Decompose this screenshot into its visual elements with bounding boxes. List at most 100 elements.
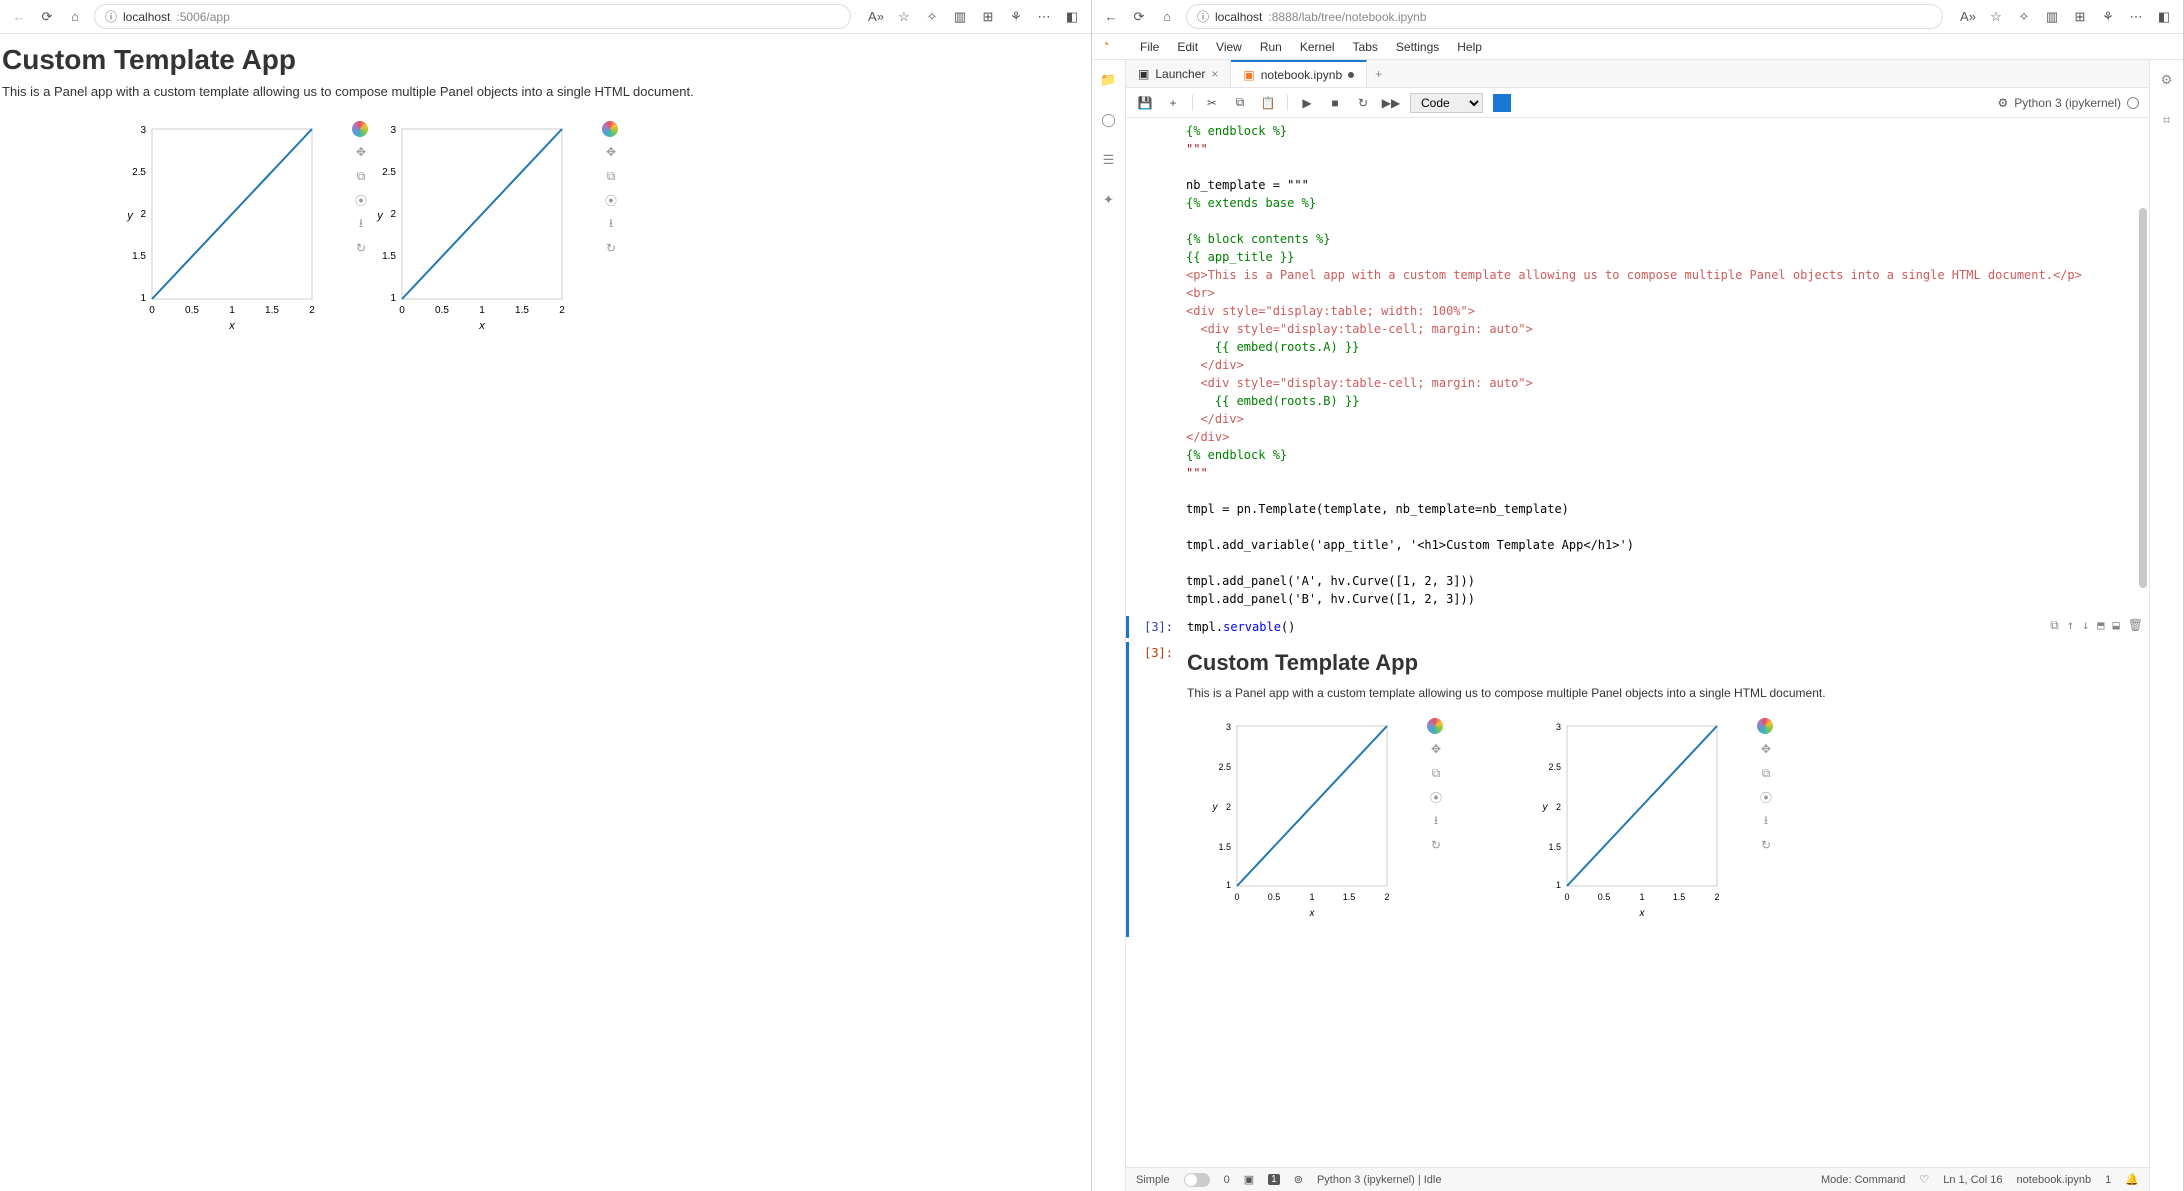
insert-below-icon[interactable]: ⬓ <box>2113 618 2120 633</box>
terminal-icon[interactable]: ▣ <box>1244 1173 1254 1186</box>
scrollbar-thumb[interactable] <box>2139 208 2147 588</box>
wheelzoom-icon[interactable]: ⦿ <box>1757 788 1775 806</box>
status-lncol: Ln 1, Col 16 <box>1943 1174 2002 1186</box>
render-icon[interactable] <box>1493 94 1511 112</box>
wheelzoom-icon[interactable]: ⦿ <box>1427 788 1445 806</box>
back-icon[interactable]: ← <box>1102 8 1120 26</box>
close-icon[interactable]: × <box>1211 67 1218 81</box>
performance-icon[interactable]: ⚘ <box>2099 8 2117 26</box>
collections-icon[interactable]: ▥ <box>951 8 969 26</box>
debug-icon[interactable]: ⌗ <box>2157 110 2177 130</box>
tab-launcher[interactable]: ▣ Launcher × <box>1126 60 1231 87</box>
save-icon[interactable]: ⭳ <box>352 215 370 233</box>
running-icon[interactable]: ◯ <box>1099 110 1119 130</box>
boxzoom-icon[interactable]: ⧉ <box>1757 764 1775 782</box>
menu-file[interactable]: File <box>1140 40 1159 54</box>
run-all-icon[interactable]: ▶▶ <box>1382 94 1400 112</box>
menu-help[interactable]: Help <box>1457 40 1482 54</box>
jupyter-logo-icon[interactable]: ◔ <box>1102 37 1122 57</box>
wheelzoom-icon[interactable]: ⦿ <box>352 191 370 209</box>
url-bar-right[interactable]: ⓘ localhost:8888/lab/tree/notebook.ipynb <box>1186 4 1943 29</box>
more-icon[interactable]: ⋯ <box>1035 8 1053 26</box>
tab-notebook[interactable]: ▣ notebook.ipynb <box>1231 60 1367 87</box>
reset-icon[interactable]: ↻ <box>1427 836 1445 854</box>
browser-bar-right: ← ⟳ ⌂ ⓘ localhost:8888/lab/tree/notebook… <box>1092 0 2183 34</box>
copy-icon[interactable]: ⧉ <box>1231 94 1249 112</box>
boxzoom-icon[interactable]: ⧉ <box>1427 764 1445 782</box>
kernel-indicator[interactable]: ⚙ Python 3 (ipykernel) <box>1998 96 2139 110</box>
bokeh-logo-icon[interactable] <box>602 121 618 137</box>
split-icon[interactable]: ◧ <box>2155 8 2173 26</box>
pan-icon[interactable]: ✥ <box>352 143 370 161</box>
bokeh-logo-icon[interactable] <box>1757 718 1773 734</box>
save-icon[interactable]: ⭳ <box>1427 812 1445 830</box>
url-bar-left[interactable]: ⓘ localhost:5006/app <box>94 4 851 29</box>
split-icon[interactable]: ◧ <box>1063 8 1081 26</box>
bokeh-toolbar: ✥ ⧉ ⦿ ⭳ ↻ <box>1427 718 1445 854</box>
save-icon[interactable]: 💾 <box>1136 94 1154 112</box>
pan-icon[interactable]: ✥ <box>602 143 620 161</box>
menu-run[interactable]: Run <box>1260 40 1282 54</box>
extension-icon[interactable]: ✦ <box>1099 190 1119 210</box>
restart-icon[interactable]: ↻ <box>1354 94 1372 112</box>
home-icon[interactable]: ⌂ <box>1158 8 1176 26</box>
paste-icon[interactable]: 📋 <box>1259 94 1277 112</box>
extensions-icon[interactable]: ⊞ <box>2071 8 2089 26</box>
new-tab-button[interactable]: + <box>1367 67 1390 81</box>
reset-icon[interactable]: ↻ <box>352 239 370 257</box>
boxzoom-icon[interactable]: ⧉ <box>352 167 370 185</box>
svg-text:x: x <box>1639 908 1646 919</box>
bokeh-logo-icon[interactable] <box>352 121 368 137</box>
simple-toggle[interactable] <box>1184 1173 1210 1187</box>
duplicate-icon[interactable]: ⧉ <box>2050 618 2059 633</box>
favorite-icon[interactable]: ☆ <box>895 8 913 26</box>
reset-icon[interactable]: ↻ <box>602 239 620 257</box>
toc-icon[interactable]: ☰ <box>1099 150 1119 170</box>
cut-icon[interactable]: ✂ <box>1203 94 1221 112</box>
move-down-icon[interactable]: ↓ <box>2082 618 2089 633</box>
move-up-icon[interactable]: ↑ <box>2067 618 2074 633</box>
sync-icon[interactable]: ✧ <box>923 8 941 26</box>
reset-icon[interactable]: ↻ <box>1757 836 1775 854</box>
svg-text:1: 1 <box>1639 892 1644 902</box>
pan-icon[interactable]: ✥ <box>1427 740 1445 758</box>
delete-icon[interactable]: 🗑 <box>2128 618 2143 633</box>
favorite-icon[interactable]: ☆ <box>1987 8 2005 26</box>
cell-3-input[interactable]: [3]: tmpl.servable() ⧉ ↑ ↓ ⬒ ⬓ 🗑 <box>1126 616 2149 638</box>
bell-icon[interactable]: 🔔 <box>2125 1173 2139 1186</box>
save-icon[interactable]: ⭳ <box>602 215 620 233</box>
menu-settings[interactable]: Settings <box>1396 40 1439 54</box>
more-icon[interactable]: ⋯ <box>2127 8 2145 26</box>
refresh-icon[interactable]: ⟳ <box>1130 8 1148 26</box>
folder-icon[interactable]: 📁 <box>1099 70 1119 90</box>
refresh-icon[interactable]: ⟳ <box>38 8 56 26</box>
read-aloud-icon[interactable]: A» <box>867 8 885 26</box>
extensions-icon[interactable]: ⊞ <box>979 8 997 26</box>
notif-icon[interactable]: ♡ <box>1919 1173 1929 1186</box>
menu-view[interactable]: View <box>1216 40 1242 54</box>
menu-tabs[interactable]: Tabs <box>1353 40 1378 54</box>
svg-text:1.5: 1.5 <box>1548 842 1561 852</box>
pan-icon[interactable]: ✥ <box>1757 740 1775 758</box>
home-icon[interactable]: ⌂ <box>66 8 84 26</box>
code-fragment: {% endblock %}""" nb_template = """{% ex… <box>1126 118 2149 612</box>
celltype-select[interactable]: Code <box>1410 93 1483 113</box>
collections-icon[interactable]: ▥ <box>2043 8 2061 26</box>
property-icon[interactable]: ⚙ <box>2157 70 2177 90</box>
bokeh-logo-icon[interactable] <box>1427 718 1443 734</box>
read-aloud-icon[interactable]: A» <box>1959 8 1977 26</box>
sync-icon[interactable]: ✧ <box>2015 8 2033 26</box>
stop-icon[interactable]: ■ <box>1326 94 1344 112</box>
cell-body[interactable]: tmpl.servable() ⧉ ↑ ↓ ⬒ ⬓ 🗑 <box>1179 616 2149 638</box>
menu-kernel[interactable]: Kernel <box>1300 40 1335 54</box>
performance-icon[interactable]: ⚘ <box>1007 8 1025 26</box>
wheelzoom-icon[interactable]: ⦿ <box>602 191 620 209</box>
boxzoom-icon[interactable]: ⧉ <box>602 167 620 185</box>
insert-above-icon[interactable]: ⬒ <box>2097 618 2104 633</box>
add-cell-icon[interactable]: + <box>1164 94 1182 112</box>
save-icon[interactable]: ⭳ <box>1757 812 1775 830</box>
run-icon[interactable]: ▶ <box>1298 94 1316 112</box>
svg-text:3: 3 <box>390 125 396 136</box>
notebook-area[interactable]: {% endblock %}""" nb_template = """{% ex… <box>1126 118 2149 1167</box>
menu-edit[interactable]: Edit <box>1177 40 1198 54</box>
